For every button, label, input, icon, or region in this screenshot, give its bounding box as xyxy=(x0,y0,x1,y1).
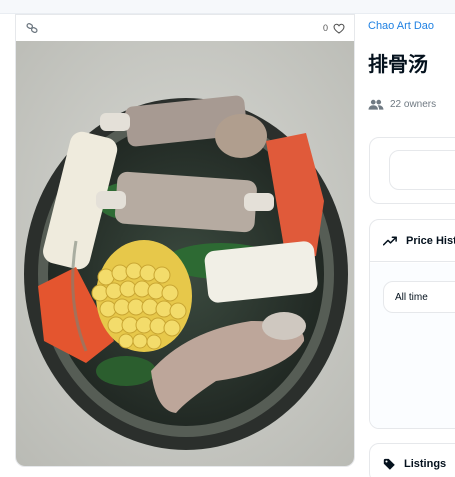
people-icon xyxy=(368,98,384,110)
listings-header[interactable]: Listings xyxy=(370,444,455,477)
item-title: 排骨汤 xyxy=(368,52,428,76)
artwork-image[interactable] xyxy=(16,41,355,467)
chain-link-icon[interactable] xyxy=(25,21,39,35)
heart-icon[interactable] xyxy=(333,22,345,34)
tag-icon xyxy=(383,458,396,471)
listings-panel: Listings xyxy=(369,443,455,477)
like-count: 0 xyxy=(322,23,328,33)
favorite-toggle[interactable]: 0 xyxy=(323,22,345,34)
collection-link[interactable]: Chao Art Dao xyxy=(368,20,434,32)
owners-count: 22 owners xyxy=(390,98,437,110)
sale-panel-field[interactable] xyxy=(389,150,455,190)
owners-info[interactable]: 22 owners xyxy=(368,98,436,110)
price-history-body: All time xyxy=(370,263,455,428)
price-history-label: Price Hist xyxy=(406,234,455,247)
listings-label: Listings xyxy=(404,458,447,470)
price-history-header[interactable]: Price Hist xyxy=(370,220,455,262)
artwork-card: 0 xyxy=(15,14,355,467)
trending-up-icon xyxy=(383,235,399,247)
period-select-value: All time xyxy=(395,291,428,303)
period-select[interactable]: All time xyxy=(383,281,455,313)
top-bar xyxy=(0,0,455,14)
sale-panel xyxy=(369,137,455,204)
artwork-card-header: 0 xyxy=(16,15,354,41)
price-history-panel: Price Hist All time xyxy=(369,219,455,429)
